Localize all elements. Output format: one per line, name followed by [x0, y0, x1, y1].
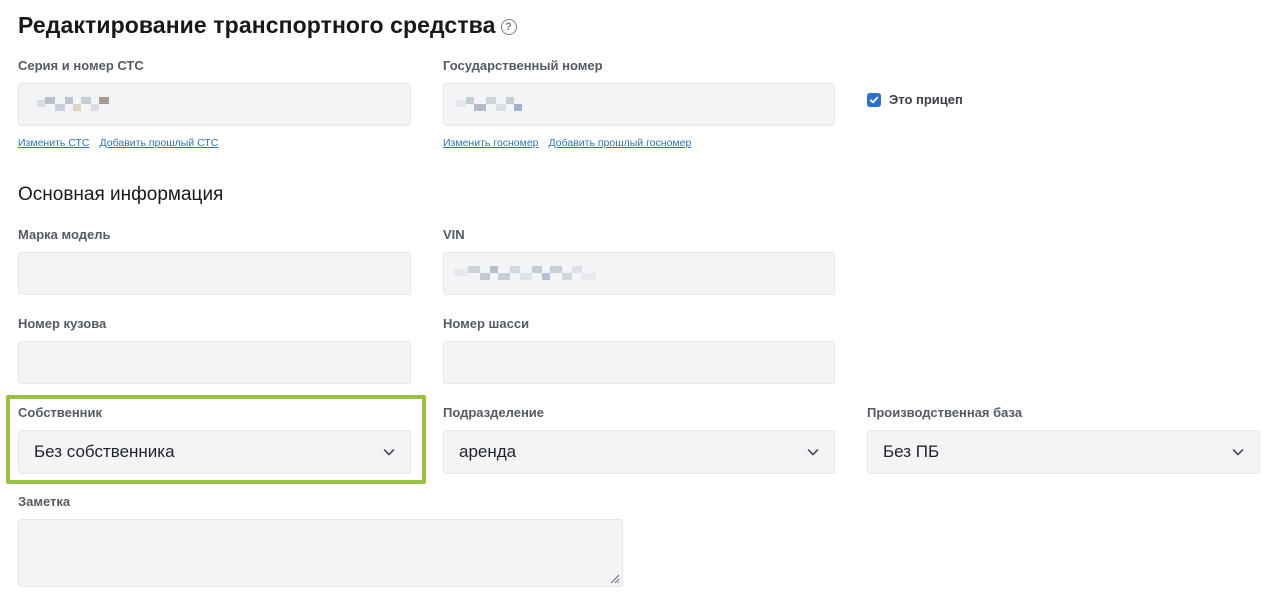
- plate-links: Изменить госномер Добавить прошлый госно…: [443, 137, 691, 149]
- vin-label: VIN: [443, 227, 465, 242]
- chevron-down-icon: [383, 449, 395, 456]
- vin-input[interactable]: [443, 252, 835, 295]
- division-select[interactable]: аренда: [443, 430, 835, 474]
- sts-label: Серия и номер СТС: [18, 58, 144, 73]
- redacted-plate-value: [456, 97, 522, 111]
- production-base-select[interactable]: Без ПБ: [867, 430, 1260, 474]
- body-number-input[interactable]: [18, 341, 411, 384]
- production-base-select-value: Без ПБ: [883, 442, 940, 461]
- division-select-value: аренда: [459, 442, 517, 461]
- section-title-main-info: Основная информация: [18, 184, 224, 205]
- make-model-label: Марка модель: [18, 227, 111, 242]
- owner-select[interactable]: Без собственника: [18, 430, 411, 474]
- plate-input[interactable]: [443, 83, 835, 126]
- trailer-checkbox-row[interactable]: Это прицеп: [867, 92, 963, 107]
- chassis-number-label: Номер шасси: [443, 316, 530, 331]
- note-textarea[interactable]: [18, 519, 623, 587]
- chevron-down-icon: [807, 449, 819, 456]
- redacted-vin-value: [454, 266, 596, 280]
- trailer-checkbox-label: Это прицеп: [889, 92, 963, 107]
- division-label: Подразделение: [443, 405, 545, 420]
- note-label: Заметка: [18, 494, 71, 509]
- change-plate-link[interactable]: Изменить госномер: [443, 137, 539, 149]
- page-title: Редактирование транспортного средства ?: [18, 12, 517, 39]
- chevron-down-icon: [1232, 449, 1244, 456]
- add-previous-sts-link[interactable]: Добавить прошлый СТС: [100, 137, 219, 149]
- resize-handle-icon[interactable]: [608, 572, 620, 584]
- checkmark-icon: [869, 96, 879, 103]
- question-circle-icon[interactable]: ?: [500, 19, 517, 35]
- production-base-label: Производственная база: [867, 405, 1023, 420]
- make-model-input[interactable]: [18, 252, 411, 295]
- page-title-text: Редактирование транспортного средства: [18, 12, 496, 38]
- body-number-label: Номер кузова: [18, 316, 107, 331]
- chassis-number-input[interactable]: [443, 341, 835, 384]
- owner-label: Собственник: [18, 405, 103, 420]
- trailer-checkbox[interactable]: [867, 92, 881, 107]
- sts-input[interactable]: [18, 83, 411, 126]
- change-sts-link[interactable]: Изменить СТС: [18, 137, 90, 149]
- redacted-sts-value: [37, 97, 109, 111]
- plate-label: Государственный номер: [443, 58, 603, 73]
- add-previous-plate-link[interactable]: Добавить прошлый госномер: [549, 137, 692, 149]
- owner-select-value: Без собственника: [34, 442, 175, 461]
- sts-links: Изменить СТС Добавить прошлый СТС: [18, 137, 218, 149]
